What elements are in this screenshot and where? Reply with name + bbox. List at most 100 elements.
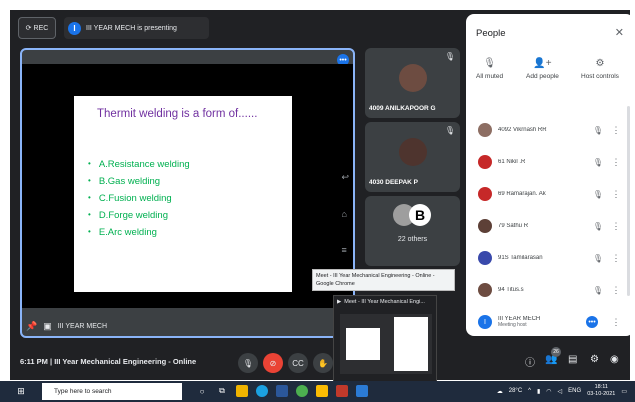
kebab-icon[interactable]: ⋮ — [608, 317, 624, 328]
mic-off-icon: 🎙︎ — [483, 58, 496, 69]
volume-icon[interactable]: ◁ — [558, 388, 563, 395]
word-icon[interactable] — [276, 385, 288, 397]
window-tooltip: Meet - III Year Mechanical Engineering -… — [312, 269, 455, 291]
slide-option: • C.Fusion welding — [88, 193, 172, 204]
camera-off-button[interactable]: ⊘ — [263, 353, 283, 373]
presentation-stage[interactable]: ••• Thermit welding is a form of...... •… — [20, 48, 355, 338]
wifi-icon[interactable]: ◠ — [546, 388, 551, 395]
stage-footer: 📌 ▣ III YEAR MECH — [26, 321, 107, 332]
list-item[interactable]: 91S Tamilarasan 🎙︎ ⋮ — [472, 242, 624, 274]
info-icon[interactable]: ⓘ — [525, 354, 535, 369]
participant-list: 4092 Vikrnash RR 🎙︎ ⋮ 61 Nikil .R 🎙︎ ⋮ 6… — [472, 114, 624, 338]
slide-option: • D.Forge welding — [88, 210, 168, 221]
mic-off-icon: 🎙︎ — [444, 52, 455, 61]
home-icon[interactable]: ⌂ — [341, 209, 349, 219]
avatar — [478, 123, 492, 137]
participant-name: 69 Ramarajan. Ak — [498, 191, 546, 197]
app-icon[interactable] — [336, 385, 348, 397]
raise-hand-button[interactable]: ✋ — [313, 353, 333, 373]
presenter-avatar: I — [68, 21, 81, 35]
avatar — [478, 283, 492, 297]
list-item[interactable]: 69 Ramarajan. Ak 🎙︎ ⋮ — [472, 178, 624, 210]
more-options-icon[interactable]: ⋮ — [608, 157, 624, 168]
participant-name: 4092 Vikrnash RR — [498, 127, 547, 133]
more-options-icon[interactable]: ⋮ — [608, 189, 624, 200]
mic-button[interactable]: 🎙︎ — [238, 353, 258, 373]
edge-icon[interactable] — [256, 385, 268, 397]
notification-icon[interactable]: ▭ — [621, 388, 627, 395]
preview-panel — [394, 317, 428, 371]
scrollbar[interactable] — [627, 106, 630, 296]
slide-title: Thermit welding is a form of...... — [97, 108, 258, 120]
menu-icon[interactable]: ≡ — [341, 245, 349, 255]
list-item[interactable]: 61 Nikil .R 🎙︎ ⋮ — [472, 146, 624, 178]
participant-name: 91S Tamilarasan — [498, 255, 543, 261]
list-item[interactable]: 94 Titus.s 🎙︎ ⋮ — [472, 274, 624, 306]
close-icon[interactable]: ✕ — [615, 26, 624, 39]
more-options-icon[interactable]: ⋮ — [608, 125, 624, 136]
shared-screen: Thermit welding is a form of...... • A.Re… — [22, 64, 353, 308]
weather-icon[interactable]: ☁ — [497, 388, 503, 395]
slide-options: • A.Resistance welding • B.Gas welding • C.… — [88, 159, 190, 244]
more-options-icon[interactable]: ⋮ — [608, 285, 624, 296]
others-tile[interactable]: B 22 others — [365, 196, 460, 266]
host-controls-button[interactable]: ⚙ Host controls — [581, 58, 619, 80]
list-item[interactable]: 79 Sathu R 🎙︎ ⋮ — [472, 210, 624, 242]
host-row[interactable]: I III YEAR MECH Meeting host ••• ⋮ — [472, 306, 624, 338]
mic-off-icon: 🎙︎ — [592, 285, 604, 295]
captions-button[interactable]: CC — [288, 353, 308, 373]
cortana-icon[interactable]: ○ — [196, 385, 208, 397]
chrome-icon[interactable] — [296, 385, 308, 397]
slide: Thermit welding is a form of...... • A.Re… — [74, 96, 292, 292]
add-person-icon: 👤+ — [533, 58, 552, 69]
people-panel: People ✕ 🎙︎ All muted 👤+ Add people ⚙ Ho… — [466, 14, 634, 336]
chat-icon[interactable]: ▤ — [568, 354, 577, 365]
participant-tile[interactable]: 🎙︎ 4030 DEEPAK P — [365, 122, 460, 192]
store-icon[interactable] — [316, 385, 328, 397]
battery-icon[interactable]: ▮ — [537, 388, 540, 395]
mic-off-icon: 🎙︎ — [592, 189, 604, 199]
meeting-info: 6:11 PM | III Year Mechanical Engineerin… — [20, 357, 197, 366]
list-item[interactable]: 4092 Vikrnash RR 🎙︎ ⋮ — [472, 114, 624, 146]
slide-option: • B.Gas welding — [88, 176, 161, 187]
more-options-icon[interactable]: ••• — [586, 316, 598, 328]
host-controls-icon: ⚙ — [595, 58, 605, 69]
mic-off-icon: 🎙︎ — [592, 125, 604, 135]
participant-count: 26 — [551, 347, 561, 357]
presenter-name: III YEAR MECH — [57, 323, 108, 330]
more-options-icon[interactable]: ⋮ — [608, 253, 624, 264]
taskbar-search[interactable]: Type here to search — [42, 383, 182, 400]
taskbar-preview[interactable]: ▶ Meet - III Year Mechanical Engi... — [333, 295, 437, 385]
avatar — [399, 138, 427, 166]
presenting-text: III YEAR MECH is presenting — [86, 24, 177, 32]
present-icon: ▣ — [43, 321, 52, 331]
lock-icon[interactable]: ◉ — [610, 354, 619, 365]
all-muted-control[interactable]: 🎙︎ All muted — [476, 58, 503, 80]
clock[interactable]: 18:11 03-10-2021 — [587, 384, 615, 398]
more-options-icon[interactable]: ⋮ — [608, 221, 624, 232]
participant-name: 61 Nikil .R — [498, 159, 526, 165]
mic-off-icon: 🎙︎ — [592, 157, 604, 167]
pin-icon[interactable]: 📌 — [26, 321, 37, 332]
activities-icon[interactable]: ⚙ — [590, 354, 599, 365]
add-people-button[interactable]: 👤+ Add people — [526, 58, 559, 80]
recording-indicator[interactable]: ⟳ REC — [18, 17, 56, 39]
recording-icon: ⟳ — [25, 25, 32, 32]
chevron-up-icon[interactable]: ^ — [528, 388, 531, 394]
back-icon[interactable]: ↩ — [341, 172, 349, 183]
screen: ⟳ REC I III YEAR MECH is presenting ••• … — [0, 0, 635, 402]
mic-off-icon: 🎙︎ — [444, 126, 455, 135]
app-icon[interactable] — [356, 385, 368, 397]
system-tray: ☁ 28°C ^ ▮ ◠ ◁ ENG 18:11 03-10-2021 ▭ — [497, 384, 627, 398]
participant-tile[interactable]: 🎙︎ 4009 ANILKAPOOR G — [365, 48, 460, 118]
windows-start-icon[interactable]: ⊞ — [12, 386, 30, 397]
file-icon[interactable] — [236, 385, 248, 397]
avatar — [478, 187, 492, 201]
participant-name: 94 Titus.s — [498, 287, 524, 293]
avatar: B — [409, 204, 431, 226]
task-view-icon[interactable]: ⧉ — [216, 385, 228, 397]
search-placeholder: Type here to search — [54, 388, 112, 395]
language[interactable]: ENG — [568, 388, 581, 394]
avatar — [399, 64, 427, 92]
mic-off-icon: 🎙︎ — [592, 253, 604, 263]
